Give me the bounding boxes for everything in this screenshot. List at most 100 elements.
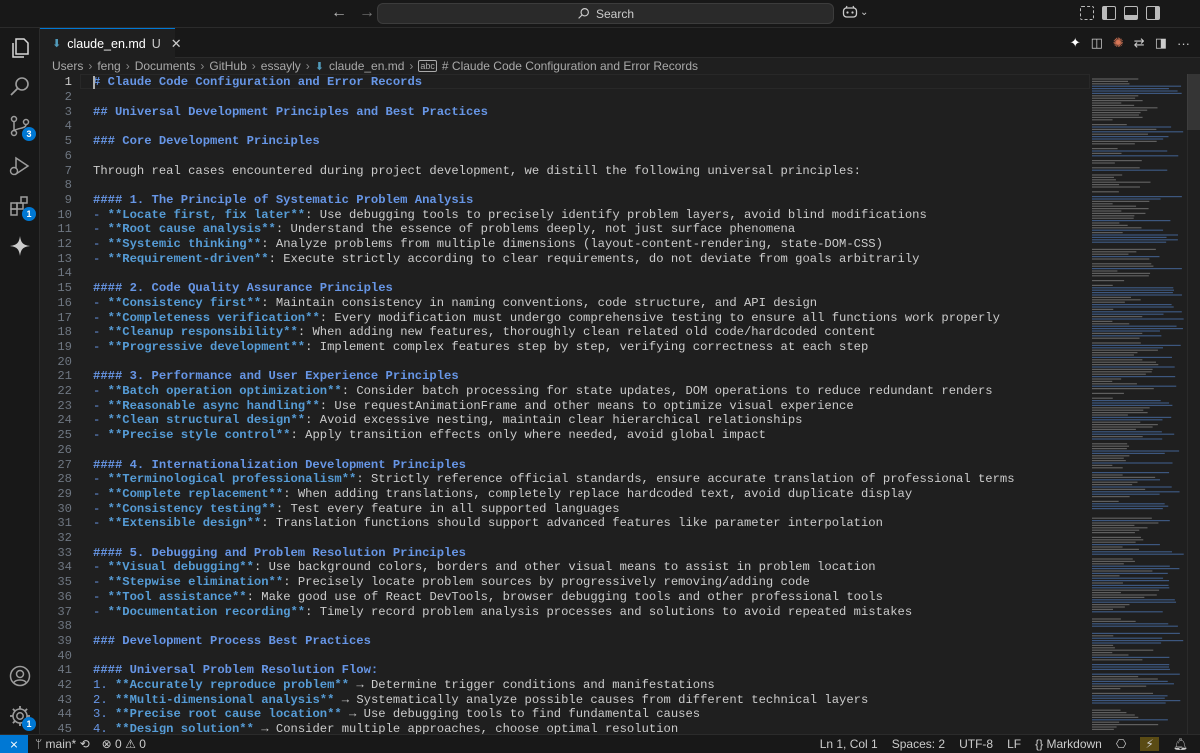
minimap-line — [1092, 462, 1173, 464]
copilot-icon — [842, 5, 858, 18]
end-of-line[interactable]: LF — [1007, 737, 1021, 751]
source-control-icon[interactable]: 3 — [8, 114, 36, 141]
breadcrumb-file[interactable]: claude_en.md — [329, 59, 404, 73]
line-text: - **Batch operation optimization**: Cons… — [93, 384, 993, 398]
minimap-line — [1092, 196, 1182, 198]
customize-layout-icon[interactable] — [1080, 6, 1094, 20]
minimap-line — [1092, 306, 1174, 308]
minimap-line — [1092, 222, 1120, 224]
problems-indicator[interactable]: ⊗ 0 ⚠ 0 — [102, 737, 146, 751]
editor-line: 1 # Claude Code Configuration and Error R… — [40, 75, 1090, 90]
breadcrumb-feng[interactable]: feng — [97, 59, 120, 73]
breadcrumb-heading[interactable]: # Claude Code Configuration and Error Re… — [442, 59, 698, 73]
sparkle-action-icon[interactable]: ✦ — [1070, 35, 1081, 51]
minimap-line — [1092, 565, 1170, 567]
minimap-line — [1092, 424, 1158, 426]
paragraph-text: Through real cases encountered during pr… — [93, 163, 861, 178]
bold-text: **Requirement-driven** — [107, 251, 269, 266]
account-icon[interactable] — [8, 664, 32, 688]
breadcrumb-documents[interactable]: Documents — [135, 59, 196, 73]
search-icon[interactable] — [8, 74, 32, 98]
copilot-status-icon[interactable]: ⎔ — [1116, 737, 1126, 751]
toggle-secondary-sidebar-icon[interactable] — [1146, 6, 1160, 20]
minimap-line — [1092, 332, 1143, 334]
breadcrumb-github[interactable]: GitHub — [209, 59, 246, 73]
minimap-line — [1092, 560, 1135, 562]
toggle-panel-icon[interactable] — [1124, 6, 1138, 20]
extensions-icon[interactable]: 1 — [8, 194, 36, 221]
line-text: #### 3. Performance and User Experience … — [93, 369, 459, 383]
line-number: 41 — [57, 663, 72, 678]
explorer-icon[interactable] — [8, 36, 32, 60]
bold-text: **Root cause analysis** — [107, 222, 276, 237]
minimap-line — [1092, 203, 1113, 205]
back-arrow-icon[interactable]: ← — [330, 4, 348, 22]
indentation[interactable]: Spaces: 2 — [892, 737, 945, 751]
branch-indicator[interactable]: ᛘ main* ⟲ — [35, 737, 90, 751]
minimap-line — [1092, 697, 1165, 699]
editor-line: 17 - **Completeness verification**: Every… — [40, 310, 1090, 325]
open-changes-icon[interactable]: ⇄ — [1134, 35, 1145, 51]
bell-icon[interactable]: 🔔︎ — [1173, 737, 1188, 751]
gear-icon[interactable]: 1 — [8, 704, 36, 731]
minimap-line — [1092, 428, 1136, 430]
remote-indicator-icon[interactable]: ⨯ — [0, 735, 28, 753]
command-center-search[interactable]: Search — [377, 3, 834, 24]
split-editor-icon[interactable]: ◨ — [1155, 35, 1167, 51]
editor-text-area[interactable]: 1 # Claude Code Configuration and Error R… — [40, 74, 1200, 734]
copilot-menu-button[interactable]: ⌄ — [842, 5, 868, 19]
line-text: - **Visual debugging**: Use background c… — [93, 560, 876, 574]
search-label: Search — [595, 6, 635, 21]
minimap-line — [1092, 191, 1119, 193]
minimap-line — [1092, 414, 1128, 416]
tab-claude-en-md[interactable]: ⬇ claude_en.md U ✕ — [40, 28, 182, 58]
tab-close-icon[interactable]: ✕ — [171, 36, 182, 52]
line-text: - **Locate first, fix later**: Use debug… — [93, 208, 927, 222]
minimap-line — [1092, 606, 1125, 608]
line-text: #### Universal Problem Resolution Flow: — [93, 663, 378, 677]
minimap-line — [1092, 128, 1157, 130]
language-mode[interactable]: {} Markdown — [1035, 737, 1102, 751]
run-debug-icon[interactable] — [8, 154, 32, 178]
list-item-text: : Use debugging tools to precisely ident… — [305, 207, 927, 222]
list-item-text: : Understand the essence of problems dee… — [275, 222, 796, 237]
list-item-text: : Strictly reference official standards,… — [356, 472, 1015, 487]
sparkle-icon[interactable] — [8, 234, 32, 258]
line-text: - **Terminological professionalism**: St… — [93, 472, 1015, 486]
minimap-line — [1092, 481, 1138, 483]
minimap[interactable] — [1092, 74, 1190, 734]
line-number: 13 — [57, 251, 72, 266]
forward-arrow-icon[interactable]: → — [358, 4, 376, 22]
list-item-text: : Consider batch processing for state up… — [341, 384, 993, 399]
list-marker: - — [93, 516, 101, 531]
line-text: 2. **Multi-dimensional analysis** → Syst… — [93, 693, 868, 707]
minimap-line — [1092, 251, 1137, 253]
list-marker: - — [93, 325, 101, 340]
more-actions-icon[interactable]: ··· — [1177, 36, 1190, 51]
breadcrumb-essayly[interactable]: essayly — [261, 59, 301, 73]
minimap-line — [1092, 455, 1130, 457]
editor-line: 2 — [40, 90, 1090, 105]
git-branch-icon: ᛘ — [35, 737, 43, 751]
line-number: 1 — [64, 75, 72, 90]
line-text: - **Consistency testing**: Test every fe… — [93, 502, 620, 516]
notification-disabled-icon[interactable]: ⚡ — [1140, 737, 1159, 751]
list-item-text: : Make good use of React DevTools, brows… — [246, 589, 883, 604]
editor-line: 7 Through real cases encountered during p… — [40, 163, 1090, 178]
open-preview-icon[interactable]: ◫ — [1091, 35, 1103, 51]
minimap-line — [1092, 438, 1163, 440]
minimap-line — [1092, 241, 1167, 243]
encoding[interactable]: UTF-8 — [959, 737, 993, 751]
cursor-position[interactable]: Ln 1, Col 1 — [820, 737, 878, 751]
claude-icon[interactable]: ✺ — [1113, 35, 1124, 51]
sync-icon[interactable]: ⟲ — [80, 737, 90, 751]
list-item-text: : Every modification must undergo compre… — [319, 310, 1000, 325]
line-number: 28 — [57, 472, 72, 487]
minimap-slider[interactable] — [1187, 74, 1200, 130]
editor-line: 20 — [40, 354, 1090, 369]
vertical-scrollbar[interactable] — [1187, 74, 1200, 734]
bold-text: **Batch operation optimization** — [107, 384, 342, 399]
breadcrumb-users[interactable]: Users — [52, 59, 83, 73]
toggle-primary-sidebar-icon[interactable] — [1102, 6, 1116, 20]
minimap-line — [1092, 337, 1140, 339]
